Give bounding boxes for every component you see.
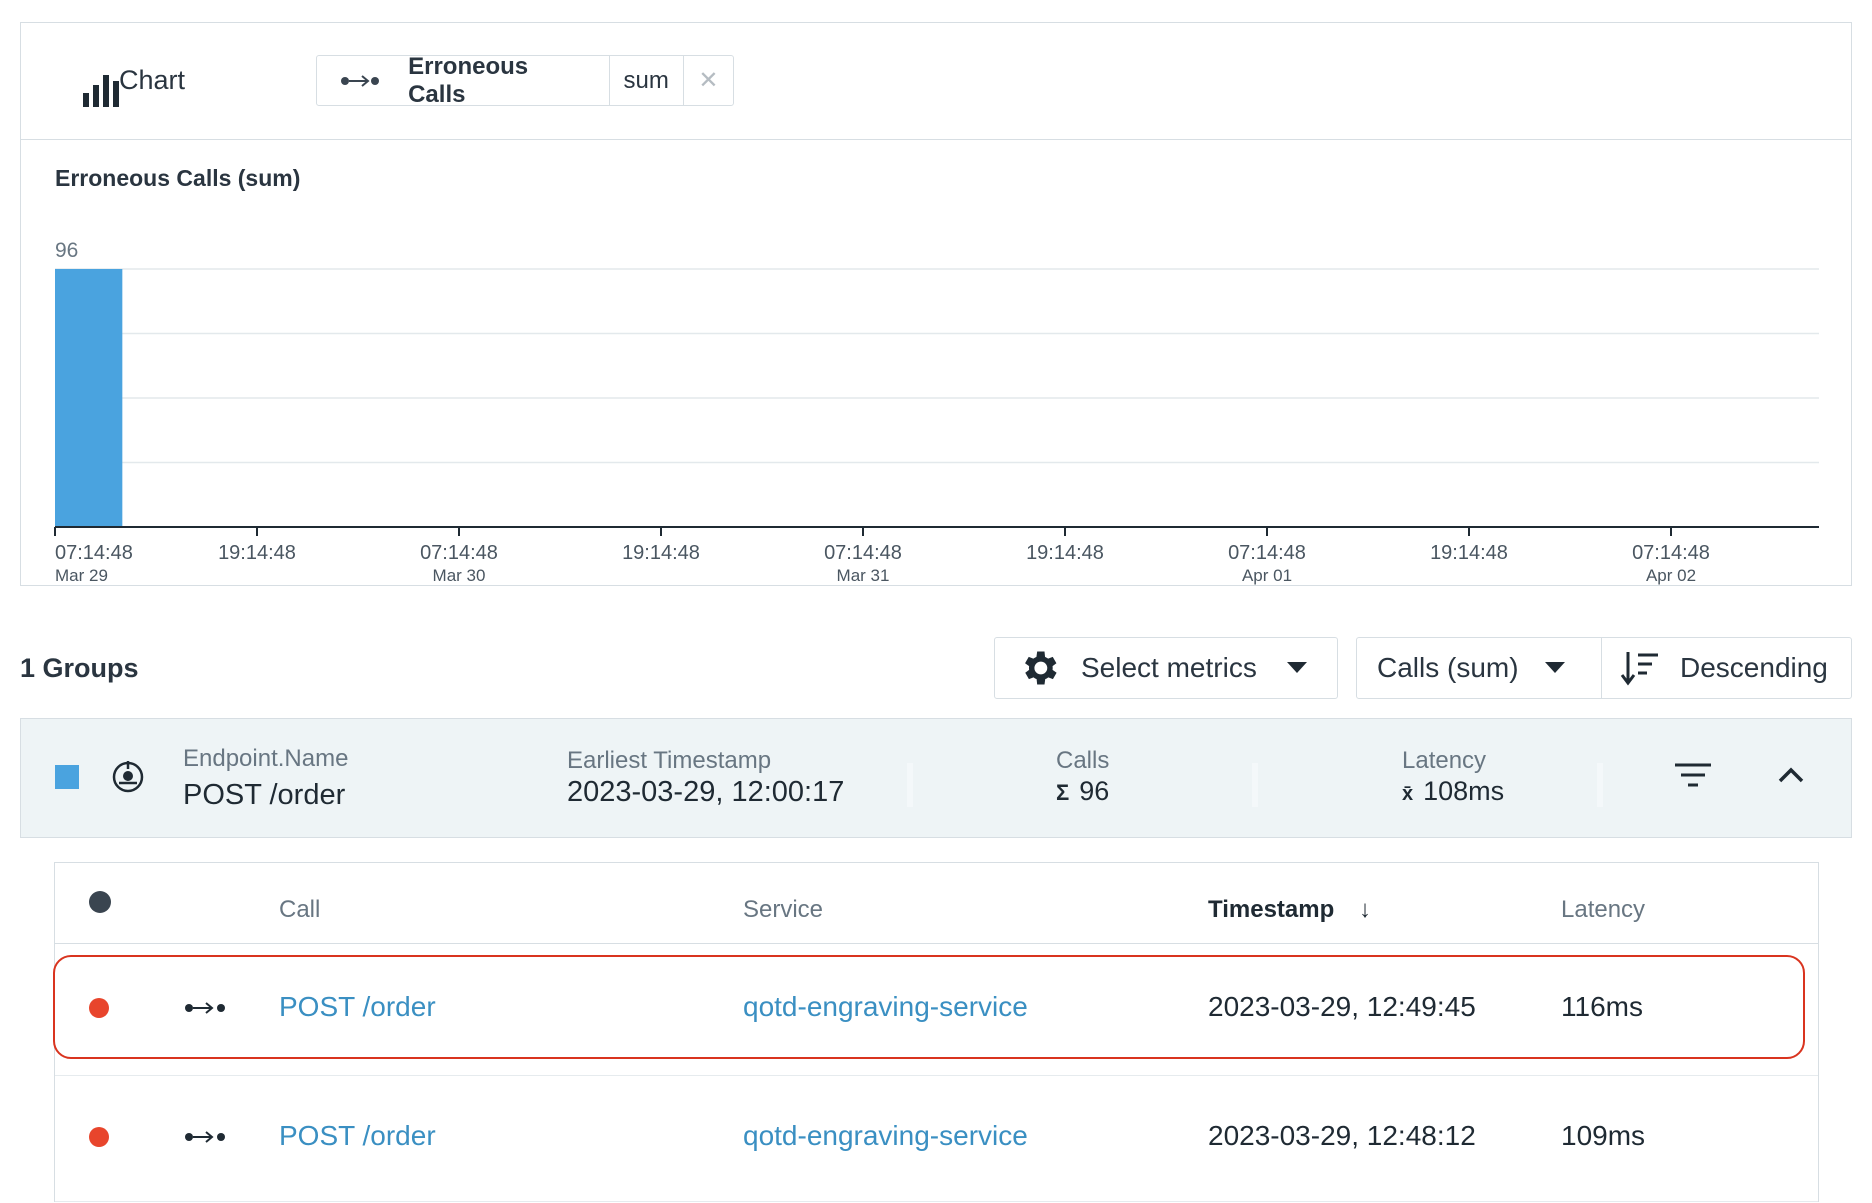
chart-header-title: Chart — [119, 65, 186, 95]
x-tick-label: 19:14:48 — [218, 542, 296, 564]
x-tick-label: 19:14:48 — [622, 542, 700, 564]
bar-chart-icon — [83, 75, 119, 107]
filter-icon[interactable] — [1673, 761, 1713, 791]
latency-value: x̄ 108ms — [1402, 776, 1504, 807]
x-tick-date-label: Mar 31 — [837, 566, 890, 585]
select-metrics-button[interactable]: Select metrics — [994, 637, 1338, 699]
x-tick-label: 07:14:48 — [824, 542, 902, 564]
caret-down-icon — [1544, 662, 1565, 673]
error-status-dot — [89, 1127, 109, 1147]
header-divider — [55, 943, 1818, 944]
latency-cell: 116ms — [1561, 991, 1643, 1022]
column-header-service[interactable]: Service — [743, 896, 823, 924]
x-tick-label: 19:14:48 — [1026, 542, 1104, 564]
call-link[interactable]: POST /order — [279, 991, 436, 1023]
y-tick-label: 96 — [55, 239, 78, 262]
metric-pill-label[interactable]: Erroneous Calls — [317, 53, 610, 108]
call-flow-icon — [185, 1002, 225, 1014]
endpoint-icon — [112, 761, 144, 793]
caret-down-icon — [1286, 662, 1307, 673]
chart-panel: Chart Erroneous Calls sum ✕ Erroneous Ca… — [20, 22, 1852, 586]
groups-count-title: 1 Groups — [20, 653, 139, 683]
sparkline — [1252, 763, 1258, 807]
sum-icon: Σ — [1056, 780, 1070, 805]
chart-plot: 96 07:14:48 Mar 29 19:14:48 07:14:48 Mar 30 19… — [54, 239, 1819, 585]
sort-order-button[interactable]: Descending — [1601, 637, 1852, 699]
metric-pill[interactable]: Erroneous Calls sum ✕ — [316, 53, 734, 108]
call-flow-icon — [341, 74, 379, 87]
gear-icon — [1025, 651, 1057, 685]
sort-descending-icon — [1620, 652, 1658, 686]
group-row[interactable]: Endpoint.Name POST /order Earliest Times… — [20, 718, 1852, 838]
call-link[interactable]: POST /order — [279, 1120, 436, 1152]
column-header-timestamp[interactable]: Timestamp ↓ — [1208, 896, 1371, 924]
timestamp-cell: 2023-03-29, 12:48:12 — [1208, 1120, 1476, 1151]
x-tick-date-label: Mar 29 — [55, 566, 108, 585]
service-link[interactable]: qotd-engraving-service — [743, 1120, 1028, 1152]
arrow-down-icon: ↓ — [1358, 896, 1371, 923]
latency-label: Latency — [1402, 747, 1487, 774]
column-header-latency[interactable]: Latency — [1561, 896, 1645, 924]
timestamp-cell: 2023-03-29, 12:49:45 — [1208, 991, 1476, 1022]
group-color-swatch — [55, 765, 79, 789]
earliest-timestamp-label: Earliest Timestamp — [567, 747, 772, 774]
chevron-up-icon[interactable] — [1777, 765, 1805, 785]
latency-cell: 109ms — [1561, 1120, 1646, 1151]
earliest-timestamp-value: 2023-03-29, 12:00:17 — [567, 776, 845, 808]
error-status-dot — [89, 998, 109, 1018]
x-tick-date-label: Apr 02 — [1646, 566, 1696, 585]
x-tick-date-label: Apr 01 — [1242, 566, 1292, 585]
x-tick-date-label: Mar 30 — [433, 566, 486, 585]
x-tick-label: 07:14:48 — [1228, 542, 1306, 564]
column-header-call[interactable]: Call — [279, 896, 320, 924]
call-flow-icon — [185, 1131, 225, 1143]
chart-header: Chart Erroneous Calls sum ✕ — [21, 23, 1851, 140]
row-divider — [55, 1201, 1818, 1202]
status-column-icon — [89, 891, 111, 913]
metric-aggregation[interactable]: sum — [610, 56, 684, 105]
endpoint-name-value: POST /order — [183, 779, 346, 811]
metric-name: Erroneous Calls — [408, 52, 529, 108]
sort-order-label: Descending — [1680, 652, 1828, 683]
x-tick-label: 07:14:48 — [420, 542, 498, 564]
table-row[interactable]: POST /order qotd-engraving-service 2023-… — [55, 1075, 1820, 1203]
calls-number: 96 — [1079, 776, 1110, 806]
select-metrics-label: Select metrics — [1081, 652, 1257, 683]
x-tick-label: 07:14:48 — [55, 542, 133, 564]
service-link[interactable]: qotd-engraving-service — [743, 991, 1028, 1023]
calls-value: Σ 96 — [1056, 776, 1109, 807]
chart-title: Erroneous Calls (sum) — [55, 165, 301, 191]
sort-metric-label: Calls (sum) — [1377, 652, 1519, 683]
endpoint-name-label: Endpoint.Name — [183, 745, 349, 772]
table-row[interactable]: POST /order qotd-engraving-service 2023-… — [53, 947, 1820, 1075]
calls-table: Call Service Timestamp ↓ Latency POST /o… — [53, 862, 1820, 1203]
close-icon[interactable]: ✕ — [684, 56, 733, 105]
chart-bar — [55, 269, 123, 527]
latency-number: 108ms — [1423, 776, 1505, 806]
calls-label: Calls — [1056, 747, 1110, 774]
sort-metric-dropdown[interactable]: Calls (sum) — [1356, 637, 1602, 699]
column-header-timestamp-label: Timestamp — [1208, 896, 1335, 923]
mean-icon: x̄ — [1402, 783, 1414, 805]
sparkline — [907, 763, 913, 807]
x-tick-label: 07:14:48 — [1632, 542, 1710, 564]
sparkline — [1597, 763, 1603, 807]
x-tick-label: 19:14:48 — [1430, 542, 1508, 564]
